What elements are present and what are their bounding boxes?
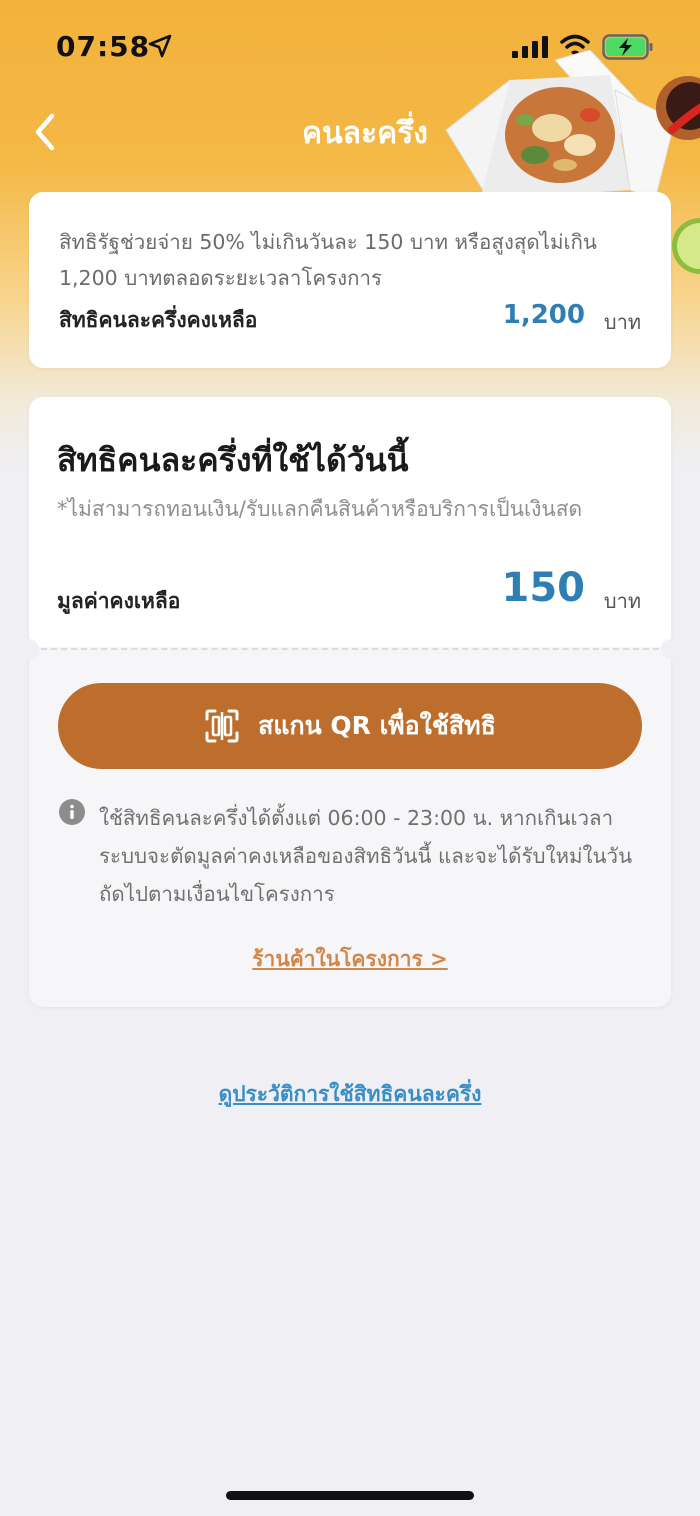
home-indicator[interactable] [226,1491,474,1500]
cash-refund-note: *ไม่สามารถทอนเงิน/รับแลกคืนสินค้าหรือบริ… [57,497,583,521]
currency-unit: บาท [603,310,641,334]
today-rights-card: สิทธิคนละครึ่งที่ใช้ได้วันนี้ *ไม่สามารถ… [19,397,681,1007]
today-rights-title: สิทธิคนละครึ่งที่ใช้ได้วันนี้ [57,441,409,479]
usage-hours-info: ใช้สิทธิคนละครึ่งได้ตั้งแต่ 06:00 - 23:0… [99,806,633,906]
remaining-entitlement-amount: 1,200 [502,300,585,330]
scan-qr-button[interactable]: สแกน QR เพื่อใช้สิทธิ [58,683,642,769]
usage-history-link[interactable]: ดูประวัติการใช้สิทธิคนละครึ่ง [0,1078,700,1111]
ticket-notch [19,639,39,659]
ticket-notch [661,639,681,659]
balance-label: มูลค่าคงเหลือ [57,589,181,613]
entitlement-description: สิทธิรัฐช่วยจ่าย 50% ไม่เกินวันละ 150 บา… [59,230,597,290]
status-time: 07:58 [56,30,151,63]
currency-unit: บาท [603,589,641,613]
qr-scan-icon [205,709,239,743]
scan-qr-label: สแกน QR เพื่อใช้สิทธิ [258,711,496,740]
divider [41,648,659,650]
balance-amount: 150 [501,565,586,611]
info-icon [59,799,85,825]
today-rights-header: สิทธิคนละครึ่งที่ใช้ได้วันนี้ *ไม่สามารถ… [29,397,671,647]
half-half-screen: 07:58 คนละครึ่ง สิทธิรัฐช่วยจ่าย 50% ไม่… [0,0,700,1516]
page-title: คนละครึ่ง [302,116,428,151]
lime-illustration [672,218,700,274]
location-arrow-icon [148,34,172,58]
entitlement-summary-card: สิทธิรัฐช่วยจ่าย 50% ไม่เกินวันละ 150 บา… [29,192,671,368]
remaining-entitlement-label: สิทธิคนละครึ่งคงเหลือ [59,308,258,332]
participating-stores-link[interactable]: ร้านค้าในโครงการ > [29,943,671,976]
